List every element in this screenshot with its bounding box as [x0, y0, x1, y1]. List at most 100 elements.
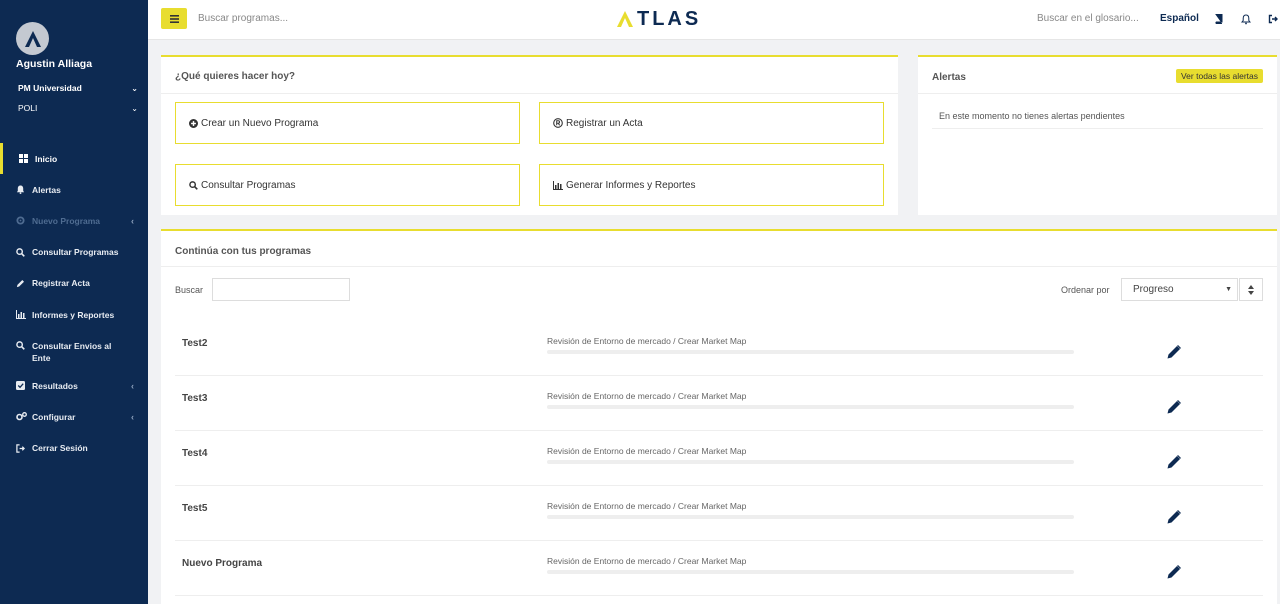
program-row: Test5 Revisión de Entorno de mercado / C…	[175, 486, 1263, 541]
atlas-logo-icon	[24, 30, 41, 47]
registered-icon	[553, 118, 563, 128]
program-name[interactable]: Test2	[182, 338, 207, 349]
no-alerts-message: En este momento no tienes alertas pendie…	[939, 111, 1125, 121]
atlas-a-icon	[617, 11, 633, 27]
sort-icon	[1248, 284, 1254, 295]
register-act-label: Registrar un Acta	[566, 117, 643, 129]
sidebar-item-consultar-programas[interactable]: Consultar Programas	[0, 237, 148, 268]
divider	[161, 93, 898, 94]
sidebar-item-consultar-envios[interactable]: Consultar Envios al Ente	[0, 330, 148, 370]
user-name: Agustin Alliaga	[16, 58, 93, 70]
bell-icon	[16, 185, 30, 195]
edit-program-button[interactable]	[1165, 343, 1183, 361]
logout-icon	[16, 443, 30, 453]
edit-program-button[interactable]	[1165, 508, 1183, 526]
sort-direction-button[interactable]	[1239, 278, 1263, 301]
sidebar-item-cerrar-sesion[interactable]: Cerrar Sesión	[0, 433, 148, 464]
atlas-logo[interactable]: TLAS	[616, 7, 701, 31]
quick-actions-title: ¿Qué quieres hacer hoy?	[175, 71, 296, 82]
alerts-card: Alertas Ver todas las alertas En este mo…	[918, 55, 1277, 215]
create-program-button[interactable]: Crear un Nuevo Programa	[175, 102, 520, 144]
programs-title: Continúa con tus programas	[175, 246, 312, 257]
campus-selector[interactable]: POLI ⌄	[18, 103, 138, 113]
program-name[interactable]: Test3	[182, 393, 207, 404]
menu-toggle-button[interactable]	[161, 8, 187, 29]
chevron-left-icon: ‹	[131, 215, 134, 226]
search-icon	[16, 341, 30, 350]
program-step: Revisión de Entorno de mercado / Crear M…	[547, 446, 747, 456]
sidebar-item-label: Consultar Envios al Ente	[32, 341, 112, 364]
sidebar-item-informes-reportes[interactable]: Informes y Reportes	[0, 299, 148, 330]
generate-reports-label: Generar Informes y Reportes	[566, 179, 696, 191]
sidebar-item-configurar[interactable]: Configurar ‹	[0, 401, 148, 432]
program-name[interactable]: Test4	[182, 448, 207, 459]
program-row: Test2 Revisión de Entorno de mercado / C…	[175, 321, 1263, 376]
sidebar-item-label: Alertas	[32, 184, 61, 195]
divider	[161, 266, 1277, 267]
sidebar-item-alertas[interactable]: Alertas	[0, 174, 148, 205]
programs-card: Continúa con tus programas Buscar Ordena…	[161, 229, 1277, 604]
program-list: Test2 Revisión de Entorno de mercado / C…	[175, 321, 1263, 596]
sidebar-item-label: Configurar	[32, 411, 76, 422]
sort-select-value: Progreso	[1133, 284, 1174, 295]
sidebar-item-label: Registrar Acta	[32, 278, 90, 289]
progress-bar	[547, 570, 1074, 574]
program-row: Test3 Revisión de Entorno de mercado / C…	[175, 376, 1263, 431]
consult-programs-button[interactable]: Consultar Programas	[175, 164, 520, 206]
sidebar-item-inicio[interactable]: Inicio	[0, 143, 148, 175]
sidebar-nav: Inicio Alertas Nuevo Programa ‹ Consulta…	[0, 143, 148, 464]
alerts-title: Alertas	[932, 72, 966, 83]
sort-select[interactable]: Progreso ▼	[1121, 278, 1238, 301]
pencil-icon	[16, 279, 30, 288]
bar-chart-icon	[553, 180, 563, 190]
search-icon	[16, 247, 30, 257]
consult-programs-label: Consultar Programas	[201, 179, 296, 191]
university-selector[interactable]: PM Universidad ⌄	[18, 83, 138, 93]
view-all-alerts-button[interactable]: Ver todas las alertas	[1175, 69, 1263, 83]
sidebar-item-label: Consultar Programas	[32, 247, 119, 258]
search-label: Buscar	[175, 285, 204, 295]
sidebar-item-label: Cerrar Sesión	[32, 443, 88, 454]
program-step: Revisión de Entorno de mercado / Crear M…	[547, 336, 747, 346]
bar-chart-icon	[16, 310, 30, 320]
program-filter-input[interactable]	[212, 278, 350, 301]
create-program-label: Crear un Nuevo Programa	[201, 117, 319, 129]
sort-label: Ordenar por	[1061, 285, 1110, 295]
glossary-search-input[interactable]: Buscar en el glosario...	[1037, 13, 1139, 24]
sidebar-item-nuevo-programa[interactable]: Nuevo Programa ‹	[0, 205, 148, 236]
sidebar-item-registrar-acta[interactable]: Registrar Acta	[0, 268, 148, 299]
chevron-left-icon: ‹	[131, 411, 134, 422]
gear-icon	[16, 216, 30, 226]
program-row: Nuevo Programa Revisión de Entorno de me…	[175, 541, 1263, 596]
generate-reports-button[interactable]: Generar Informes y Reportes	[539, 164, 884, 206]
pencil-icon	[1167, 455, 1181, 469]
logout-icon[interactable]	[1267, 13, 1279, 25]
register-act-button[interactable]: Registrar un Acta	[539, 102, 884, 144]
sidebar-item-label: Nuevo Programa	[32, 215, 101, 226]
program-row: Test4 Revisión de Entorno de mercado / C…	[175, 431, 1263, 486]
pencil-icon	[1167, 565, 1181, 579]
chevron-down-icon: ⌄	[131, 103, 138, 113]
campus-label: POLI	[18, 103, 38, 113]
divider	[932, 128, 1263, 129]
bell-icon[interactable]	[1240, 13, 1252, 25]
edit-program-button[interactable]	[1165, 398, 1183, 416]
sidebar-item-resultados[interactable]: Resultados ‹	[0, 370, 148, 401]
book-icon[interactable]	[1212, 13, 1224, 25]
program-name[interactable]: Nuevo Programa	[182, 558, 262, 569]
logo-text: TLAS	[637, 7, 702, 30]
program-step: Revisión de Entorno de mercado / Crear M…	[547, 556, 747, 566]
program-step: Revisión de Entorno de mercado / Crear M…	[547, 501, 747, 511]
program-search-input[interactable]: Buscar programas...	[198, 13, 288, 24]
sidebar: Agustin Alliaga PM Universidad ⌄ POLI ⌄ …	[0, 0, 148, 604]
progress-bar	[547, 350, 1074, 354]
edit-program-button[interactable]	[1165, 563, 1183, 581]
language-selector[interactable]: Español	[1160, 13, 1199, 24]
sidebar-item-label: Informes y Reportes	[32, 309, 115, 320]
program-step: Revisión de Entorno de mercado / Crear M…	[547, 391, 747, 401]
pencil-icon	[1167, 400, 1181, 414]
program-name[interactable]: Test5	[182, 503, 207, 514]
grid-icon	[19, 154, 33, 164]
avatar[interactable]	[16, 22, 49, 55]
edit-program-button[interactable]	[1165, 453, 1183, 471]
